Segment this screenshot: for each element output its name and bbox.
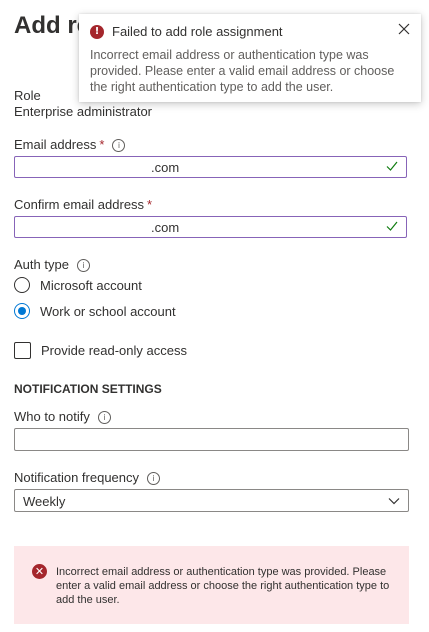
notification-settings-heading: NOTIFICATION SETTINGS (14, 382, 162, 396)
required-mark: * (99, 137, 105, 152)
role-label: Role (14, 88, 41, 103)
info-icon[interactable]: i (147, 472, 161, 485)
email-field[interactable]: .com (14, 156, 407, 178)
read-only-label: Provide read-only access (41, 343, 187, 358)
radio-work-or-school-account[interactable]: Work or school account (14, 301, 176, 321)
who-to-notify-label: Who to notify (14, 409, 90, 424)
who-to-notify-label-row: Who to notify i (14, 409, 111, 424)
email-label-row: Email address * i (14, 137, 126, 152)
confirm-email-field[interactable]: .com (14, 216, 407, 238)
info-icon[interactable]: i (112, 139, 126, 152)
chevron-down-icon (388, 498, 400, 505)
error-message-bar: ✕ Incorrect email address or authenticat… (14, 546, 409, 624)
info-icon[interactable]: i (97, 411, 111, 424)
radio-label: Work or school account (40, 303, 176, 319)
radio-label: Microsoft account (40, 277, 142, 293)
required-mark: * (147, 197, 153, 212)
notification-frequency-label: Notification frequency (14, 470, 140, 485)
confirm-email-field-value: .com (151, 220, 180, 235)
frequency-selected-value: Weekly (23, 494, 66, 509)
error-icon: ! (90, 25, 104, 39)
checkmark-icon (386, 221, 398, 231)
confirm-email-label: Confirm email address (14, 197, 145, 212)
email-field-value: .com (151, 160, 180, 175)
radio-microsoft-account[interactable]: Microsoft account (14, 275, 142, 295)
error-message-text: Incorrect email address or authenticatio… (56, 566, 390, 606)
error-notification-toast: ! Failed to add role assignment Incorrec… (79, 14, 421, 102)
read-only-checkbox-row[interactable]: Provide read-only access (14, 342, 187, 359)
notification-frequency-label-row: Notification frequency i (14, 470, 161, 485)
close-icon[interactable] (397, 22, 411, 36)
radio-button[interactable] (14, 277, 30, 293)
toast-title: Failed to add role assignment (112, 24, 283, 39)
checkmark-icon (386, 161, 398, 171)
role-value: Enterprise administrator (14, 104, 152, 119)
confirm-email-label-row: Confirm email address * (14, 197, 152, 212)
radio-button-selected[interactable] (14, 303, 30, 319)
auth-type-label: Auth type (14, 257, 69, 272)
notification-frequency-dropdown[interactable]: Weekly (14, 489, 409, 512)
email-label: Email address (14, 137, 97, 152)
info-icon[interactable]: i (76, 259, 90, 272)
toast-message: Incorrect email address or authenticatio… (90, 48, 395, 94)
error-circle-icon: ✕ (32, 564, 47, 579)
auth-type-label-row: Auth type i (14, 257, 90, 272)
who-to-notify-input[interactable] (14, 428, 409, 451)
read-only-checkbox[interactable] (14, 342, 31, 359)
